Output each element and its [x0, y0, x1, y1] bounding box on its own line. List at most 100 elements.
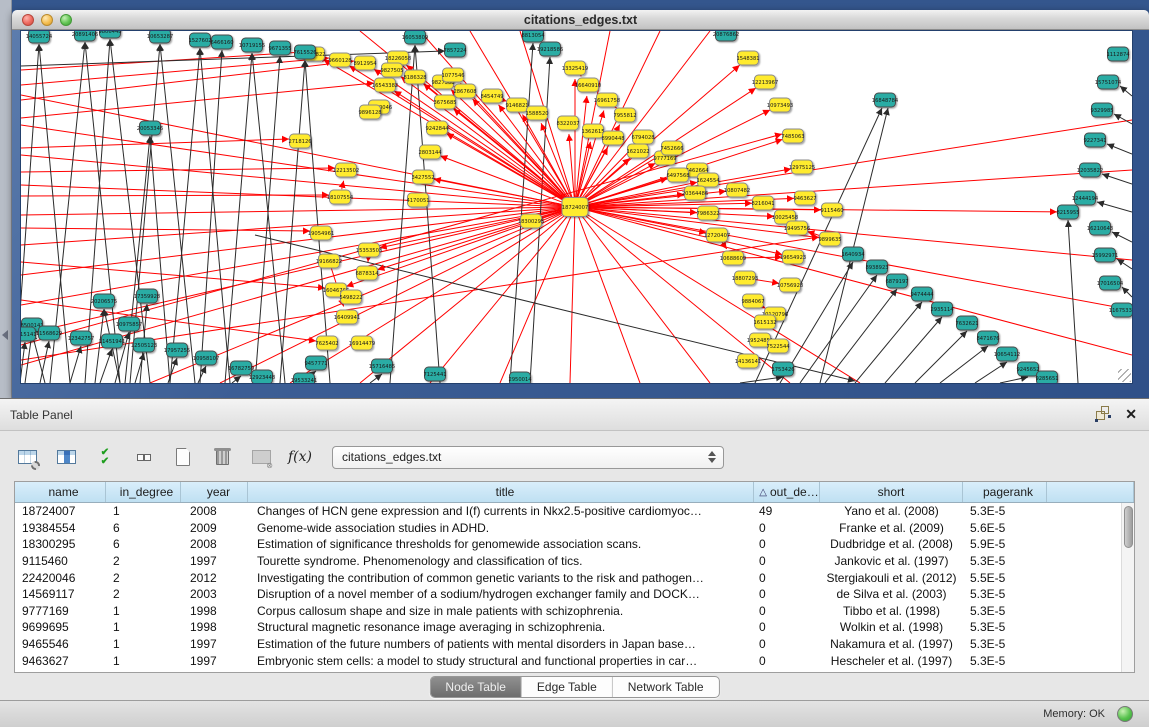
graph-edge[interactable] — [975, 362, 1007, 383]
table-cell[interactable]: Yano et al. (2008) — [820, 504, 963, 518]
graph-node[interactable]: 8471676 — [976, 331, 999, 345]
collapse-arrow-icon[interactable] — [2, 330, 8, 340]
graph-node[interactable]: 9463627 — [793, 191, 816, 205]
graph-node[interactable]: 9896128 — [358, 105, 381, 119]
table-row[interactable]: 911546021997Tourette syndrome. Phenomeno… — [15, 553, 1134, 570]
table-cell[interactable]: 49 — [754, 504, 820, 518]
graph-edge[interactable] — [1112, 232, 1132, 242]
table-cell[interactable]: Changes of HCN gene expression and I(f) … — [248, 504, 754, 518]
table-cell[interactable]: Disruption of a novel member of a sodium… — [248, 587, 754, 601]
graph-node[interactable]: 8216041 — [751, 196, 774, 210]
graph-node[interactable]: 10973493 — [767, 98, 793, 112]
graph-node[interactable]: 11568629 — [36, 326, 62, 340]
graph-edge[interactable] — [575, 170, 1132, 207]
graph-edge[interactable] — [1122, 287, 1132, 297]
graph-edge[interactable] — [21, 139, 289, 148]
scrollbar-thumb[interactable] — [1124, 506, 1133, 548]
graph-node[interactable]: 1624554 — [696, 173, 720, 187]
graph-node[interactable]: 12975125 — [789, 160, 815, 174]
graph-node[interactable]: 5498222 — [339, 290, 362, 304]
table-row[interactable]: 946554611997Estimation of the future num… — [15, 636, 1134, 653]
graph-node[interactable]: 17016504 — [1097, 276, 1124, 290]
graph-edge[interactable] — [198, 366, 206, 383]
graph-node[interactable]: 2950014 — [508, 372, 532, 383]
graph-node[interactable]: 1588520 — [525, 106, 548, 120]
graph-edge[interactable] — [1120, 86, 1132, 96]
function-builder-button[interactable]: f(x) — [287, 444, 313, 470]
table-row[interactable]: 1872400712008Changes of HCN gene express… — [15, 503, 1134, 520]
table-cell[interactable]: 2 — [106, 571, 181, 585]
graph-node[interactable]: 12923448 — [249, 370, 275, 383]
graph-node[interactable]: 7986322 — [696, 206, 719, 220]
table-cell[interactable]: 2 — [106, 554, 181, 568]
table-cell[interactable]: Estimation of significance thresholds fo… — [248, 537, 754, 551]
graph-node[interactable]: 15353503 — [356, 243, 382, 257]
graph-node[interactable]: 1640934 — [841, 247, 865, 261]
graph-node[interactable]: 9285651 — [1035, 371, 1058, 383]
table-cell[interactable]: 1 — [106, 637, 181, 651]
table-cell[interactable]: 1997 — [181, 654, 248, 668]
graph-node[interactable]: 19166822 — [316, 254, 342, 268]
graph-node[interactable]: 19218586 — [537, 42, 563, 56]
table-settings-button[interactable] — [14, 444, 40, 470]
table-cell[interactable]: 1997 — [181, 637, 248, 651]
graph-node[interactable]: 7625402 — [315, 336, 338, 350]
table-cell[interactable]: 14569117 — [15, 587, 106, 601]
graph-node[interactable]: 6497568 — [666, 168, 689, 182]
table-cell[interactable]: 1 — [106, 654, 181, 668]
graph-edge[interactable] — [280, 60, 305, 383]
graph-node[interactable]: 18300295 — [518, 214, 544, 228]
graph-node[interactable]: 10688609 — [720, 251, 746, 265]
graph-node[interactable]: 17957255 — [164, 343, 190, 357]
graph-edge[interactable] — [855, 302, 922, 383]
graph-node[interactable]: 16409941 — [334, 310, 360, 324]
graph-edge[interactable] — [1000, 377, 1028, 383]
graph-node[interactable]: 15751074 — [1095, 75, 1122, 89]
graph-node[interactable]: 7485063 — [781, 129, 804, 143]
table-cell[interactable]: 18724007 — [15, 504, 106, 518]
table-cell[interactable]: 6 — [106, 521, 181, 535]
table-cell[interactable]: Stergiakouli et al. (2012) — [820, 571, 963, 585]
graph-node[interactable]: 11675333 — [1109, 303, 1132, 317]
graph-node[interactable]: 8186328 — [403, 70, 426, 84]
table-cell[interactable]: 5.3E-5 — [963, 620, 1047, 634]
graph-edge[interactable] — [21, 51, 445, 66]
minimize-window-icon[interactable] — [41, 14, 53, 26]
graph-edge[interactable] — [21, 58, 329, 85]
table-cell[interactable]: 0 — [754, 620, 820, 634]
graph-node[interactable]: 16961758 — [594, 93, 620, 107]
graph-node[interactable]: 12720407 — [704, 228, 730, 242]
graph-node[interactable]: 19654923 — [780, 250, 806, 264]
table-cell[interactable]: 1997 — [181, 554, 248, 568]
close-panel-icon[interactable]: ✕ — [1125, 406, 1137, 422]
table-cell[interactable]: 5.6E-5 — [963, 521, 1047, 535]
column-header-out-degree[interactable]: △out_de… — [754, 482, 820, 502]
deselect-all-button[interactable] — [131, 444, 157, 470]
graph-node[interactable]: 9660128 — [328, 53, 351, 67]
graph-node[interactable]: 16543382 — [372, 78, 398, 92]
table-cell[interactable]: 5.5E-5 — [963, 571, 1047, 585]
graph-edge[interactable] — [160, 44, 195, 383]
graph-node[interactable]: 9146821 — [505, 98, 528, 112]
graph-node[interactable]: 8813054 — [521, 31, 545, 42]
table-cell[interactable]: Embryonic stem cells: a model to study s… — [248, 654, 754, 668]
table-cell[interactable]: 0 — [754, 571, 820, 585]
float-panel-icon[interactable] — [1095, 406, 1111, 422]
graph-node[interactable]: 10958107 — [193, 351, 219, 365]
graph-node[interactable]: 10756928 — [777, 278, 803, 292]
graph-node[interactable]: 20206575 — [91, 294, 117, 308]
graph-node[interactable]: 9245652 — [1016, 362, 1039, 376]
graph-node[interactable]: 13325419 — [562, 61, 588, 75]
table-cell[interactable]: 2012 — [181, 571, 248, 585]
table-cell[interactable]: 2009 — [181, 521, 248, 535]
graph-edge[interactable] — [940, 346, 988, 383]
table-cell[interactable]: 18300295 — [15, 537, 106, 551]
graph-node[interactable]: 9671355 — [268, 41, 291, 55]
graph-node[interactable]: 9827505 — [380, 63, 403, 77]
table-cell[interactable]: Corpus callosum shape and size in male p… — [248, 604, 754, 618]
graph-node[interactable]: 7452666 — [660, 141, 683, 155]
graph-node[interactable]: 16053809 — [402, 31, 428, 44]
table-cell[interactable]: 9465546 — [15, 637, 106, 651]
graph-edge[interactable] — [225, 53, 252, 383]
graph-node[interactable]: 2803144 — [418, 145, 442, 159]
